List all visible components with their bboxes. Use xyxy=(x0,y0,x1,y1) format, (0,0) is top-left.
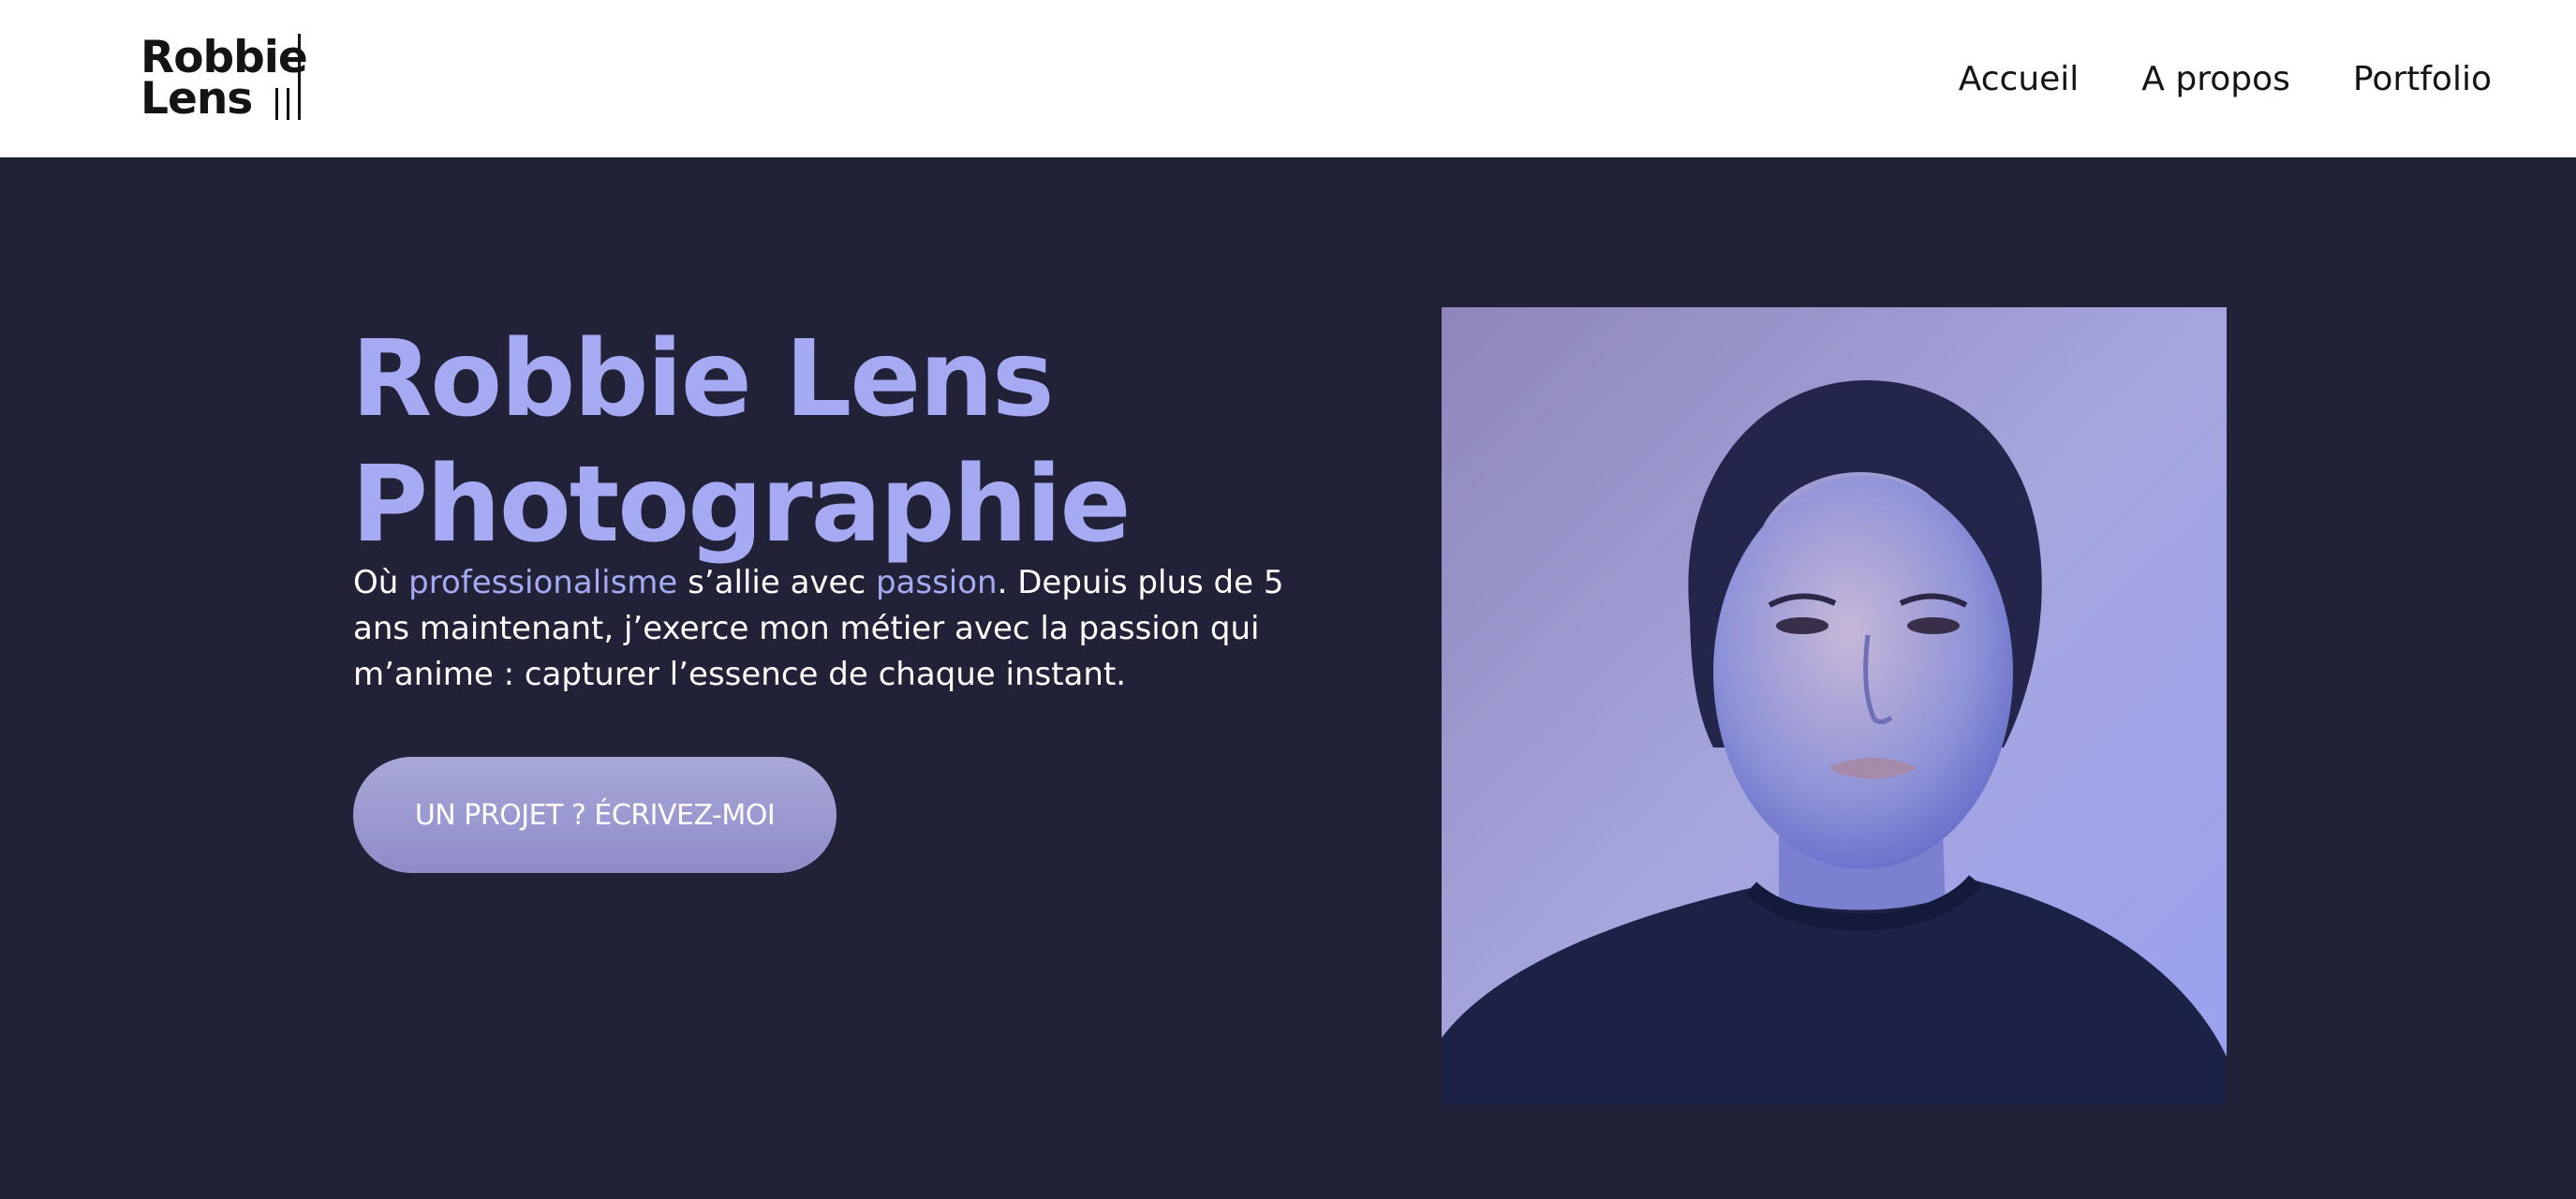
desc-text-1: Où xyxy=(353,564,409,601)
logo-text-line2: Lens xyxy=(141,73,253,125)
contact-cta-button[interactable]: UN PROJET ? ÉCRIVEZ-MOI xyxy=(353,757,836,873)
logo-bar-left xyxy=(275,88,278,120)
logo-bars-icon xyxy=(298,34,301,120)
hero-description: Où professionalisme s’allie avec passion… xyxy=(353,560,1337,698)
site-header: Robbie Lens Accueil A propos Portfolio xyxy=(0,0,2576,157)
desc-accent-passion: passion xyxy=(875,564,998,601)
hero-title-line1: Robbie Lens xyxy=(351,318,1055,440)
hero-title-line2: Photographie xyxy=(351,444,1132,566)
hero-section: Robbie Lens Photographie Où professional… xyxy=(0,157,2576,1199)
nav-portfolio[interactable]: Portfolio xyxy=(2353,60,2492,98)
portrait-photo xyxy=(1442,307,2227,1105)
nav-a-propos[interactable]: A propos xyxy=(2141,60,2290,98)
logo-bar-mid xyxy=(287,88,289,120)
hero-title: Robbie Lens Photographie xyxy=(351,317,1382,568)
logo[interactable]: Robbie Lens xyxy=(141,32,308,125)
nav-accueil[interactable]: Accueil xyxy=(1959,60,2080,98)
desc-text-2: s’allie avec xyxy=(677,564,876,601)
main-nav: Accueil A propos Portfolio xyxy=(1959,0,2492,157)
desc-accent-professionalisme: professionalisme xyxy=(408,564,678,601)
portrait-illustration xyxy=(1442,307,2227,1105)
